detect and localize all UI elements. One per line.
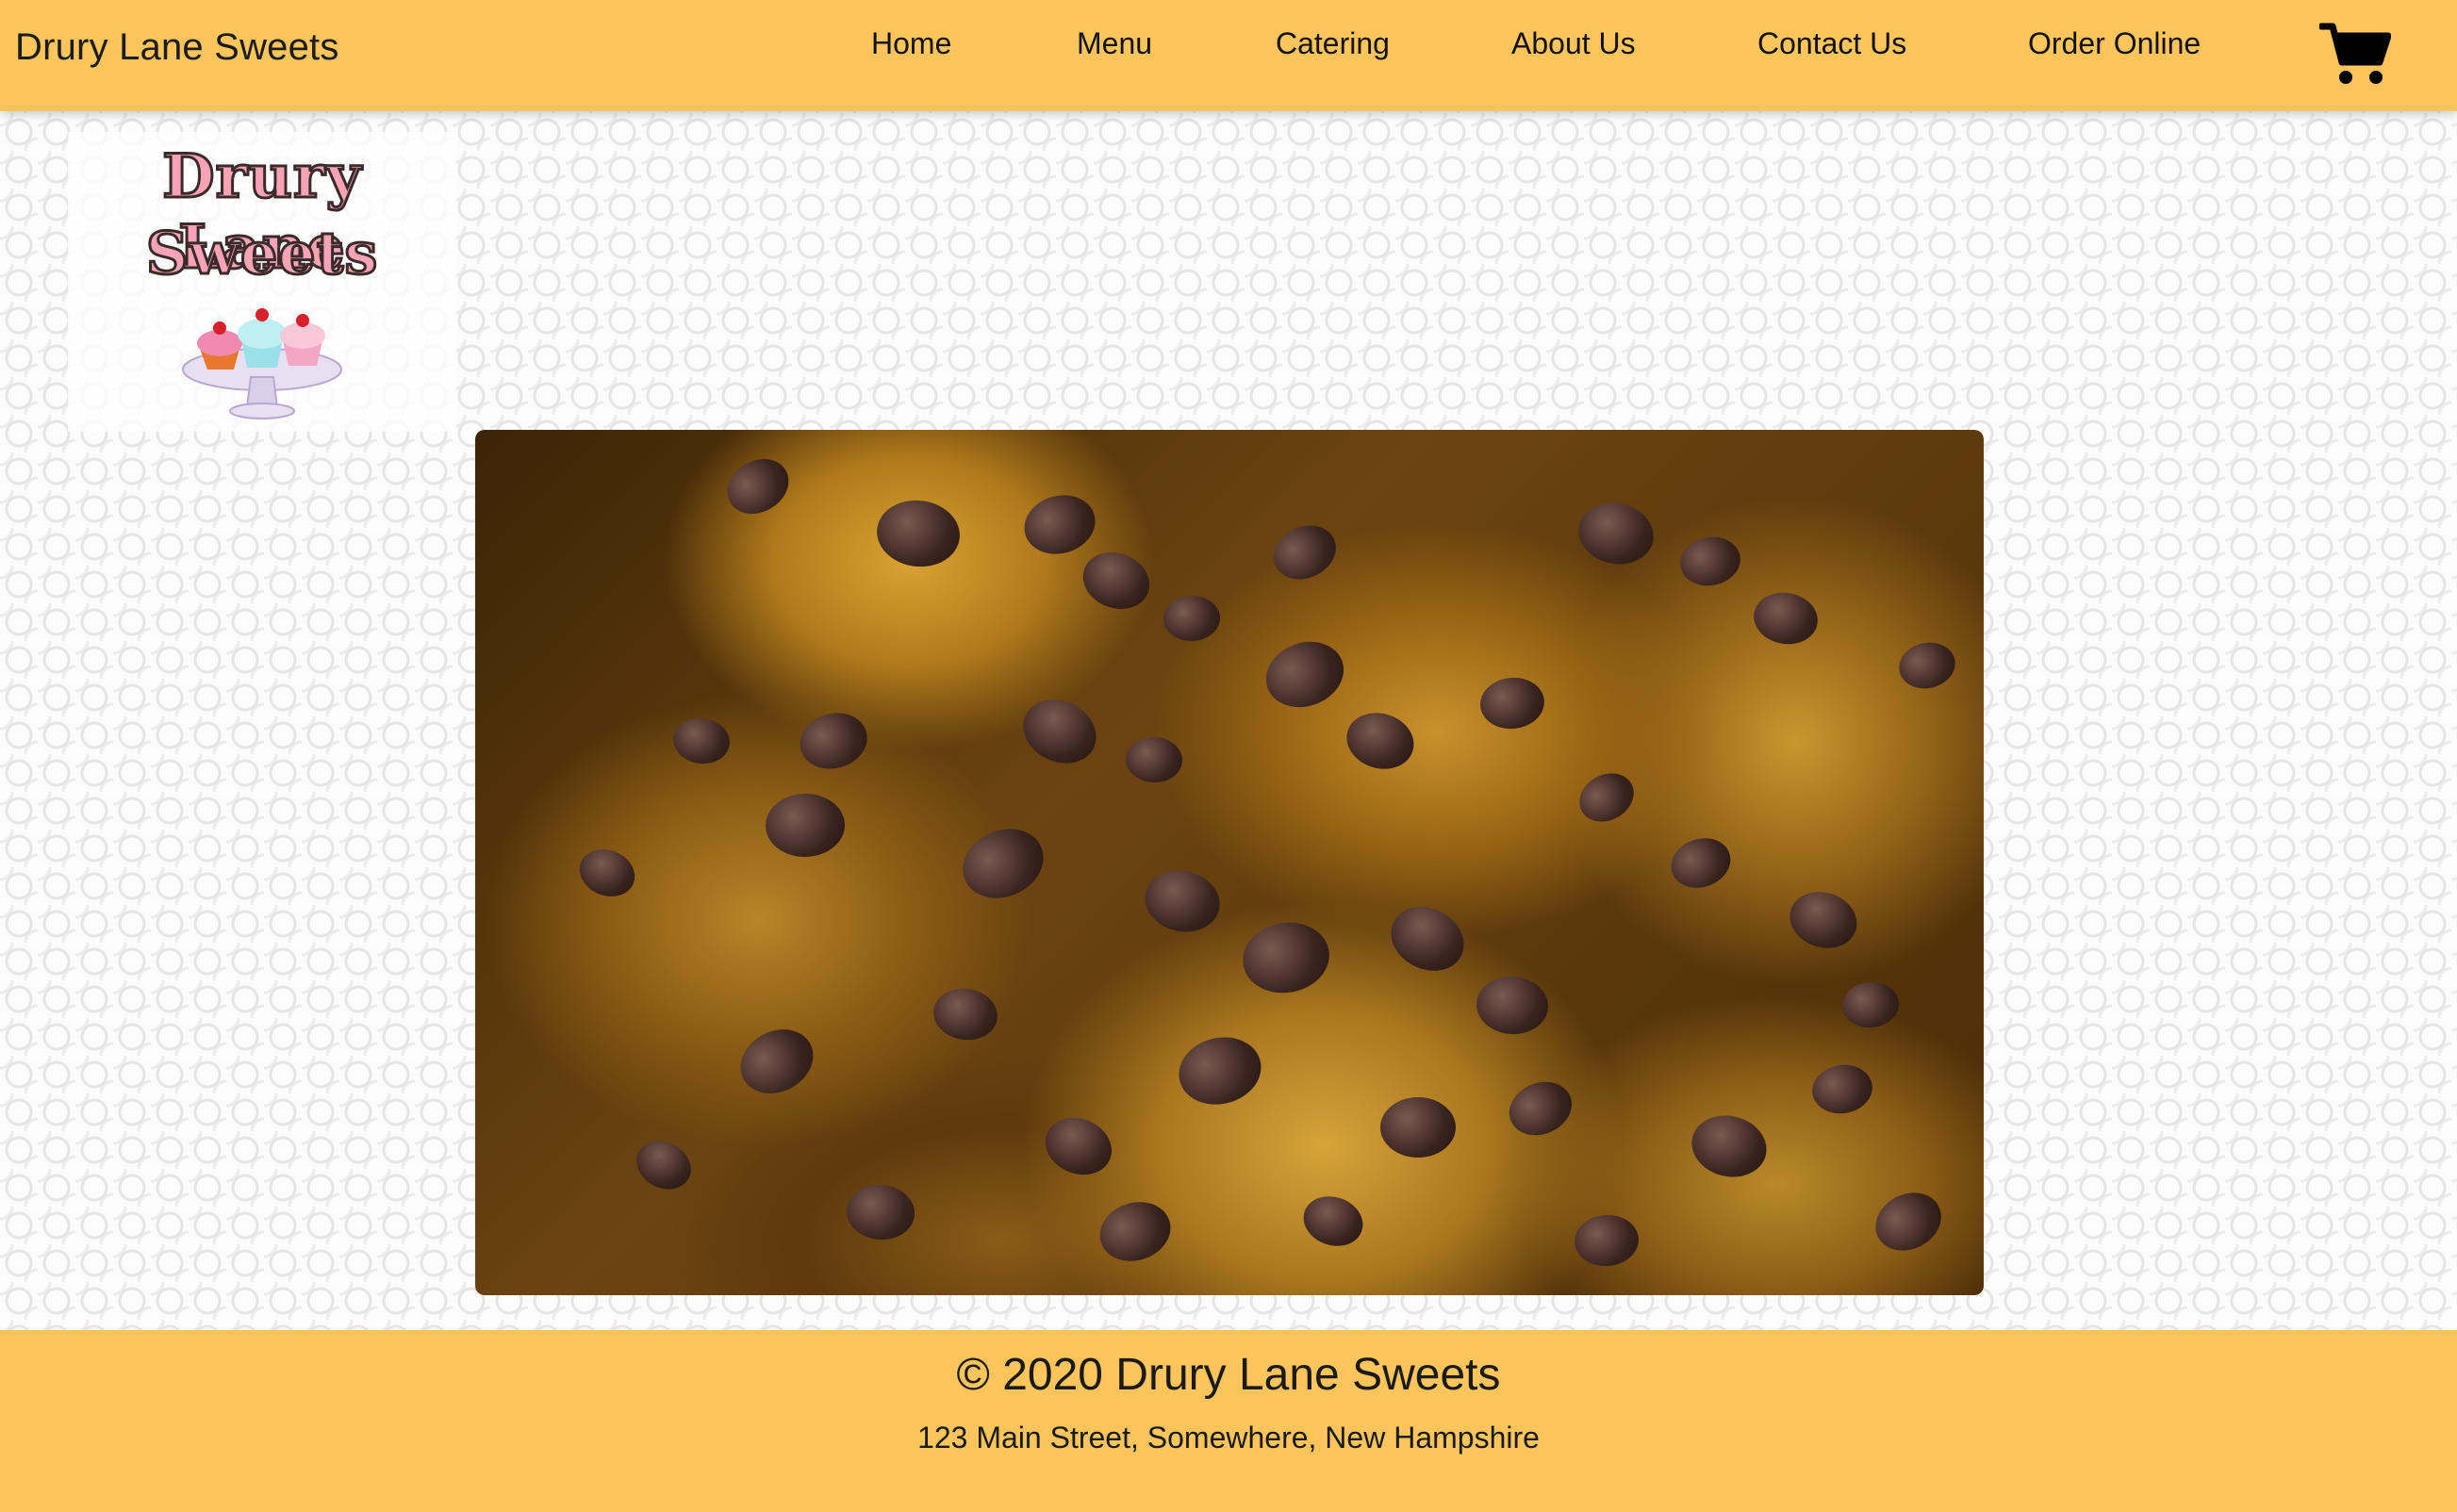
chocolate-chip (1163, 594, 1221, 643)
chocolate-chip (1124, 735, 1184, 784)
chocolate-chip (1664, 830, 1738, 896)
site-logo[interactable]: Drury Lane Sweets (68, 132, 456, 432)
chocolate-chip (930, 983, 1001, 1045)
chocolate-chip (1092, 1192, 1179, 1270)
shopping-cart-icon[interactable] (2317, 21, 2392, 87)
logo-title-line2: Sweets (144, 218, 379, 289)
footer-address: 123 Main Street, Somewhere, New Hampshir… (917, 1421, 1540, 1454)
chocolate-chip (1894, 636, 1960, 695)
chocolate-chip (1675, 532, 1745, 592)
chocolate-chip (1474, 974, 1551, 1036)
chocolate-chip (1749, 587, 1822, 649)
chocolate-chip (765, 793, 846, 859)
nav-menu: Home Menu Catering About Us Contact Us O… (0, 26, 2457, 68)
chocolate-chip (1685, 1108, 1773, 1185)
chocolate-chip (1808, 1060, 1876, 1119)
chocolate-chip (1865, 1181, 1952, 1261)
nav-link-order-online[interactable]: Order Online (2028, 26, 2201, 61)
chocolate-chip (1296, 1189, 1370, 1255)
nav-link-home[interactable]: Home (871, 26, 951, 61)
chocolate-chip (1571, 764, 1642, 831)
chocolate-chip (1379, 895, 1476, 983)
chocolate-chip (1340, 704, 1421, 778)
nav-link-menu[interactable]: Menu (1077, 26, 1152, 61)
chocolate-chip (844, 1182, 917, 1242)
chocolate-chip (1237, 915, 1335, 1000)
chocolate-chip (572, 841, 642, 905)
chocolate-chip (1840, 979, 1901, 1030)
nav-link-contact-us[interactable]: Contact Us (1757, 26, 1906, 61)
hero-cookies-image (475, 430, 1984, 1295)
chocolate-chip (1380, 1097, 1456, 1158)
chocolate-chip (1075, 543, 1158, 618)
site-footer: © 2020 Drury Lane Sweets 123 Main Street… (0, 1330, 2457, 1512)
nav-link-catering[interactable]: Catering (1276, 26, 1390, 61)
chocolate-chip (729, 1016, 825, 1107)
chocolate-chip (873, 495, 964, 572)
chocolate-chip (1036, 1108, 1121, 1185)
chocolate-chip (717, 448, 800, 525)
chocolate-chip (1257, 632, 1353, 718)
cupcake-stand-icon (182, 308, 342, 419)
chocolate-chip (669, 715, 734, 767)
chocolate-chip (1501, 1072, 1580, 1145)
footer-copyright: © 2020 Drury Lane Sweets (956, 1350, 1501, 1400)
chocolate-chip (951, 815, 1055, 912)
chocolate-chip (793, 705, 874, 777)
chocolate-chip (1573, 496, 1659, 571)
chocolate-chip (1264, 515, 1345, 590)
chocolate-chip (1171, 1028, 1269, 1113)
chocolate-chip (1017, 486, 1102, 562)
chocolate-chip (628, 1131, 700, 1199)
chocolate-chip (1138, 863, 1227, 940)
chocolate-chip (1477, 674, 1547, 732)
top-navbar: Drury Lane Sweets Home Menu Catering Abo… (0, 0, 2457, 111)
chocolate-chip (1013, 687, 1107, 776)
chocolate-chip (1573, 1212, 1641, 1269)
chocolate-chip (1782, 883, 1865, 957)
nav-link-about-us[interactable]: About Us (1511, 26, 1636, 61)
